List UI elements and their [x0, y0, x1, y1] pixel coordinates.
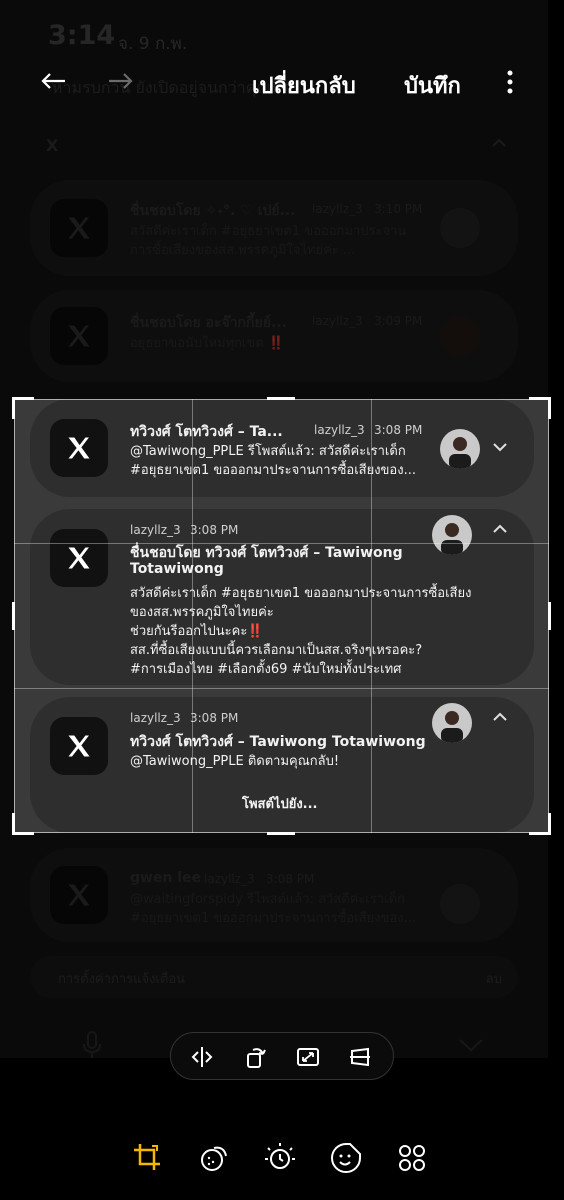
crop-tools-bar: [170, 1032, 394, 1080]
x-app-icon: [50, 717, 108, 775]
notification-time: 3:10 PM: [374, 202, 423, 216]
crop-handle-top-right[interactable]: [529, 397, 551, 419]
notification-title: ทวิวงศ์ โตทวิวงศ์ – Ta...: [130, 424, 283, 440]
chevron-down-icon[interactable]: [492, 439, 508, 455]
notification-title: ชื่นชอบโดย อะจ๊ากกี้ยย์...: [130, 315, 287, 331]
crop-handle-bottom-left[interactable]: [12, 813, 34, 835]
avatar: [432, 515, 472, 555]
notification-time: 3:08 PM: [374, 423, 423, 437]
notification-line: #การเมืองไทย #เลือกตั้ง69 #นับใหม่ทั้งปร…: [130, 662, 402, 677]
x-app-icon: [50, 866, 108, 924]
crop-grid-line: [371, 399, 372, 833]
crop-grid-line: [14, 688, 549, 689]
crop-handle-bottom-right[interactable]: [529, 813, 551, 835]
post-to-button[interactable]: โพสต์ไปยัง...: [242, 793, 318, 814]
chevron-up-icon[interactable]: [492, 521, 508, 537]
notification-line: ของสส.พรรคภูมิใจไทยค่ะ: [130, 605, 274, 620]
bg-notification-1[interactable]: ชื่นชอบโดย ✧˖°. ♡ เปย์... lazyllz_3 3:10…: [30, 180, 518, 276]
revert-button[interactable]: เปลี่ยนกลับ: [252, 68, 356, 103]
status-time: 3:14: [48, 20, 116, 51]
crop-rotate-icon[interactable]: [130, 1140, 166, 1176]
notification-user: lazyllz_3: [130, 711, 181, 725]
aspect-ratio-icon[interactable]: [295, 1044, 321, 1070]
notification-user: lazyllz_3: [312, 314, 363, 328]
notification-title: ชื่นชอบโดย ✧˖°. ♡ เปย์...: [130, 203, 296, 219]
crop-grid-line: [192, 399, 193, 833]
notification-user: lazyllz_3: [130, 523, 181, 537]
x-group-header: X: [46, 136, 59, 155]
notification-time: 3:08 PM: [190, 523, 239, 537]
filter-icon[interactable]: [196, 1140, 232, 1176]
avatar: [432, 703, 472, 743]
notification-line: @Tawiwong_PPLE รีโพสต์แล้ว: สวัสดีค่ะเรา…: [130, 444, 406, 459]
notification-line: ช่วยกันรีออกไปนะคะ‼️: [130, 624, 264, 639]
crop-handle-top[interactable]: [267, 397, 295, 400]
notification-time: 3:08 PM: [190, 711, 239, 725]
notification-user: lazyllz_3: [204, 872, 255, 886]
x-app-icon: [50, 307, 108, 365]
notification-line: สวัสดีค่ะเราเด็ก #อยุธยาเขต1 ขอออกมาประจ…: [130, 224, 407, 239]
notification-card-2[interactable]: lazyllz_3 3:08 PM ชื่นชอบโดย ทวิวงศ์ โตท…: [30, 509, 534, 685]
crop-handle-bottom[interactable]: [267, 832, 295, 835]
flip-horizontal-icon[interactable]: [189, 1044, 215, 1070]
bg-notification-gwen[interactable]: gwen lee lazyllz_3 3:08 PM @waitingforsp…: [30, 848, 518, 942]
notification-line: อยุธยาขอนับใหม่ทุกเขต ‼️: [130, 336, 285, 351]
chevron-up-icon[interactable]: [492, 709, 508, 725]
notification-title: gwen lee: [130, 870, 202, 886]
more-options-icon[interactable]: [500, 66, 520, 98]
crop-handle-top-left[interactable]: [12, 397, 34, 419]
notification-title: Totawiwong: [130, 561, 224, 577]
notification-line: สวัสดีค่ะเราเด็ก #อยุธยาเขต1 ขอออกมาประจ…: [130, 586, 472, 601]
perspective-icon[interactable]: [347, 1044, 373, 1070]
crop-region[interactable]: ทวิวงศ์ โตทวิวงศ์ – Ta... lazyllz_3 3:08…: [12, 397, 551, 835]
crop-grid-line: [14, 543, 549, 544]
chevron-up-icon: [492, 138, 506, 147]
sticker-icon[interactable]: [328, 1140, 364, 1176]
notification-time: 3:08 PM: [266, 872, 315, 886]
crop-handle-right[interactable]: [548, 602, 551, 630]
notification-title: ทวิวงศ์ โตทวิวงศ์ – Tawiwong Totawiwong: [130, 734, 426, 750]
notification-line: สส.ที่ซื้อเสียงแบบนี้ควรเลือกมาเป็นสส.จร…: [130, 643, 423, 658]
notification-line: การซื้อเสียงของสส.พรรคภูมิใจไทยค่ะ ...: [130, 243, 356, 258]
x-app-icon: [50, 419, 108, 477]
save-button[interactable]: บันทึก: [404, 68, 461, 103]
notification-card-3[interactable]: lazyllz_3 3:08 PM ทวิวงศ์ โตทวิวงศ์ – Ta…: [30, 697, 534, 833]
delete-label: ลบ: [485, 972, 502, 987]
microphone-icon: [83, 1031, 101, 1058]
avatar: [440, 429, 480, 469]
notification-line: @waitingforspidy รีโพสต์แล้ว: สวัสดีค่ะเ…: [130, 892, 405, 907]
status-date: จ. 9 ก.พ.: [118, 34, 188, 54]
notification-line: #อยุธยาเขต1 ขอออกมาประจานการซื้อเสียงของ…: [130, 463, 416, 478]
x-app-icon: [50, 199, 108, 257]
notification-user: lazyllz_3: [312, 202, 363, 216]
chevron-down-icon: [459, 1039, 483, 1052]
notification-settings-label: การตั้งค่าการแจ้งเตือน: [58, 972, 186, 987]
notification-time: 3:09 PM: [374, 314, 423, 328]
more-tools-icon[interactable]: [394, 1140, 430, 1176]
brightness-icon[interactable]: [262, 1140, 298, 1176]
notification-user: lazyllz_3: [314, 423, 365, 437]
notification-line: @Tawiwong_PPLE ติดตามคุณกลับ!: [130, 754, 340, 769]
redo-icon[interactable]: [104, 66, 136, 98]
rotate-icon[interactable]: [243, 1044, 269, 1070]
x-app-icon: [50, 529, 108, 587]
notification-card-1[interactable]: ทวิวงศ์ โตทวิวงศ์ – Ta... lazyllz_3 3:08…: [30, 399, 534, 497]
notification-settings-bar[interactable]: การตั้งค่าการแจ้งเตือน ลบ: [30, 956, 518, 998]
notification-line: #อยุธยาเขต1 ขอออกมาประจานการซื้อเสียงของ…: [130, 911, 416, 926]
crop-handle-left[interactable]: [12, 602, 15, 630]
bg-notification-2[interactable]: ชื่นชอบโดย อะจ๊ากกี้ยย์... lazyllz_3 3:0…: [30, 290, 518, 382]
undo-icon[interactable]: [38, 66, 70, 98]
avatar: [440, 884, 480, 924]
avatar: [440, 208, 480, 248]
avatar: [440, 316, 480, 356]
